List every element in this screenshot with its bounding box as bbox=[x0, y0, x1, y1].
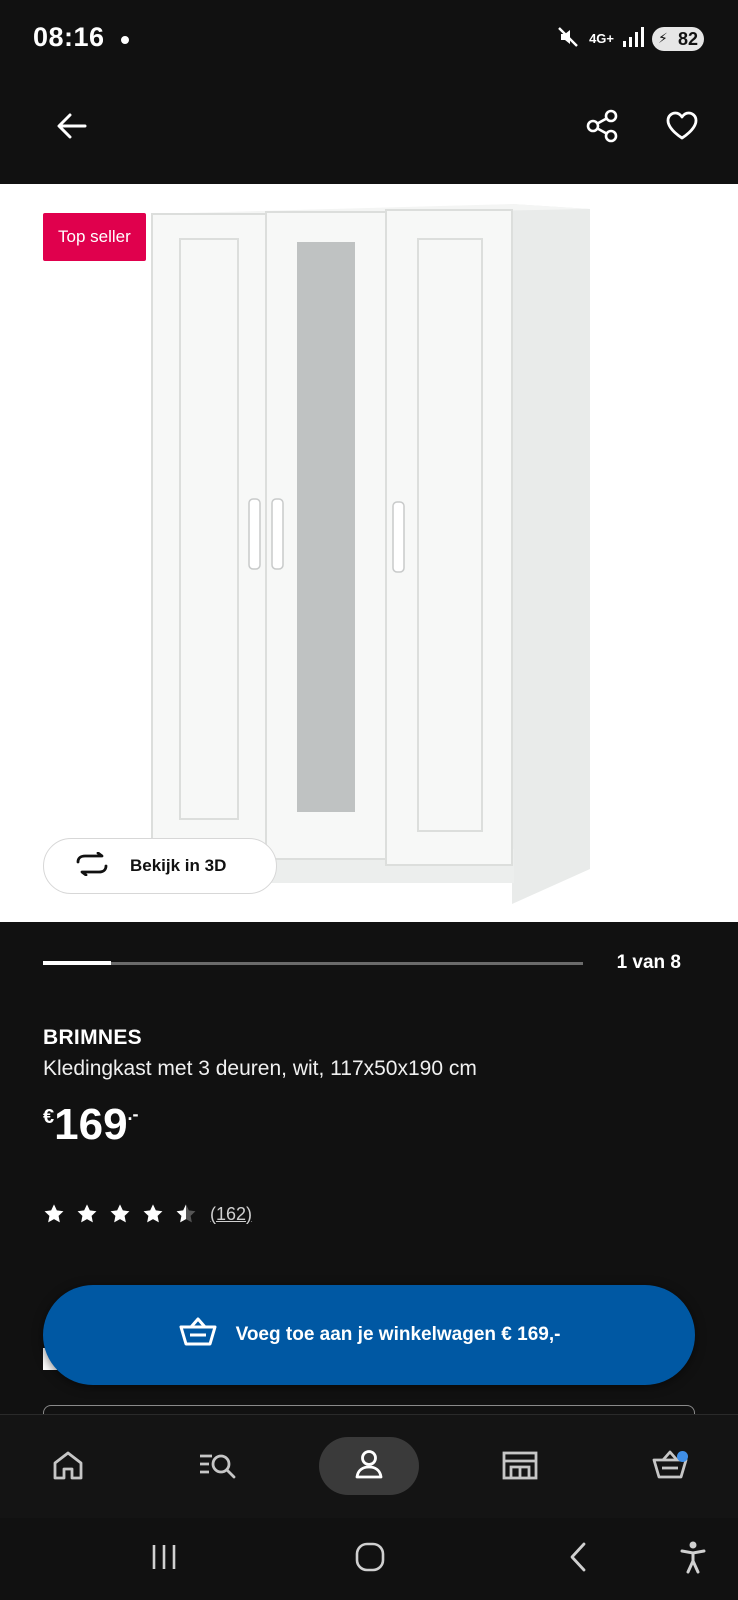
search-list-icon bbox=[198, 1449, 238, 1486]
battery-level: 82 bbox=[677, 28, 698, 49]
nav-profile[interactable] bbox=[319, 1437, 419, 1495]
rating[interactable]: (162) bbox=[43, 1201, 252, 1227]
star-icon bbox=[143, 1204, 163, 1223]
price-integer: 169 bbox=[54, 1100, 128, 1149]
status-icons: 4G+ ⚡ 82 bbox=[555, 24, 704, 54]
cart-notification-dot bbox=[677, 1451, 688, 1462]
home-circle-icon bbox=[354, 1541, 386, 1578]
battery-indicator: ⚡ 82 bbox=[652, 27, 704, 51]
heart-icon bbox=[665, 110, 699, 147]
accessibility-icon bbox=[679, 1540, 707, 1579]
cart-icon bbox=[178, 1316, 218, 1354]
home-icon bbox=[51, 1449, 85, 1486]
wardrobe-image bbox=[150, 204, 590, 904]
rating-stars bbox=[43, 1203, 197, 1225]
product-description: Kledingkast met 3 deuren, wit, 117x50x19… bbox=[43, 1057, 477, 1080]
mute-icon bbox=[555, 24, 581, 55]
signal-icon bbox=[622, 26, 644, 53]
share-icon bbox=[584, 108, 620, 149]
price-decimal: .- bbox=[127, 1104, 139, 1124]
app-bar bbox=[0, 80, 738, 184]
star-icon bbox=[77, 1204, 97, 1223]
recent-apps-button[interactable] bbox=[136, 1531, 192, 1587]
system-home-button[interactable] bbox=[342, 1531, 398, 1587]
view-3d-label: Bekijk in 3D bbox=[130, 856, 227, 875]
view-3d-button[interactable]: Bekijk in 3D bbox=[43, 838, 277, 894]
system-navigation-bar bbox=[0, 1518, 738, 1600]
rotate-3d-icon bbox=[74, 851, 110, 881]
nav-search[interactable] bbox=[188, 1437, 248, 1497]
bottom-navigation bbox=[0, 1414, 738, 1518]
system-back-button[interactable] bbox=[550, 1531, 606, 1587]
nav-cart[interactable] bbox=[640, 1437, 700, 1497]
profile-icon bbox=[353, 1448, 385, 1485]
add-to-cart-label: Voeg toe aan je winkelwagen € 169,- bbox=[235, 1324, 561, 1345]
product-image-carousel[interactable]: Top seller Bekijk in 3D bbox=[0, 184, 738, 922]
pager-progress bbox=[43, 961, 111, 965]
product-name: BRIMNES bbox=[43, 1026, 142, 1049]
network-type: 4G+ bbox=[589, 31, 614, 46]
top-seller-badge: Top seller bbox=[43, 213, 146, 261]
pager-track bbox=[43, 961, 583, 965]
back-button[interactable] bbox=[44, 100, 100, 156]
rating-count[interactable]: (162) bbox=[210, 1204, 252, 1225]
status-time: 08:16 bbox=[33, 22, 105, 52]
share-button[interactable] bbox=[574, 100, 630, 156]
status-bar: 08:16 4G+ ⚡ 82 bbox=[0, 0, 738, 80]
charging-icon: ⚡ bbox=[658, 30, 668, 46]
store-icon bbox=[501, 1449, 539, 1486]
pager-text: 1 van 8 bbox=[616, 952, 681, 973]
accessibility-button[interactable] bbox=[665, 1531, 721, 1587]
back-chevron-icon bbox=[566, 1541, 590, 1578]
arrow-left-icon bbox=[55, 109, 89, 148]
add-to-cart-button[interactable]: Voeg toe aan je winkelwagen € 169,- bbox=[43, 1285, 695, 1385]
nav-stores[interactable] bbox=[490, 1437, 550, 1497]
image-pager: 1 van 8 bbox=[43, 952, 683, 992]
nav-home[interactable] bbox=[38, 1437, 98, 1497]
favorite-button[interactable] bbox=[654, 100, 710, 156]
star-icon bbox=[44, 1204, 64, 1223]
star-icon bbox=[176, 1204, 196, 1223]
star-icon bbox=[110, 1204, 130, 1223]
notification-dot-icon bbox=[121, 36, 129, 44]
recent-apps-icon bbox=[149, 1543, 179, 1576]
price-currency: € bbox=[43, 1106, 55, 1128]
product-price: € 169 .- bbox=[43, 1100, 139, 1160]
